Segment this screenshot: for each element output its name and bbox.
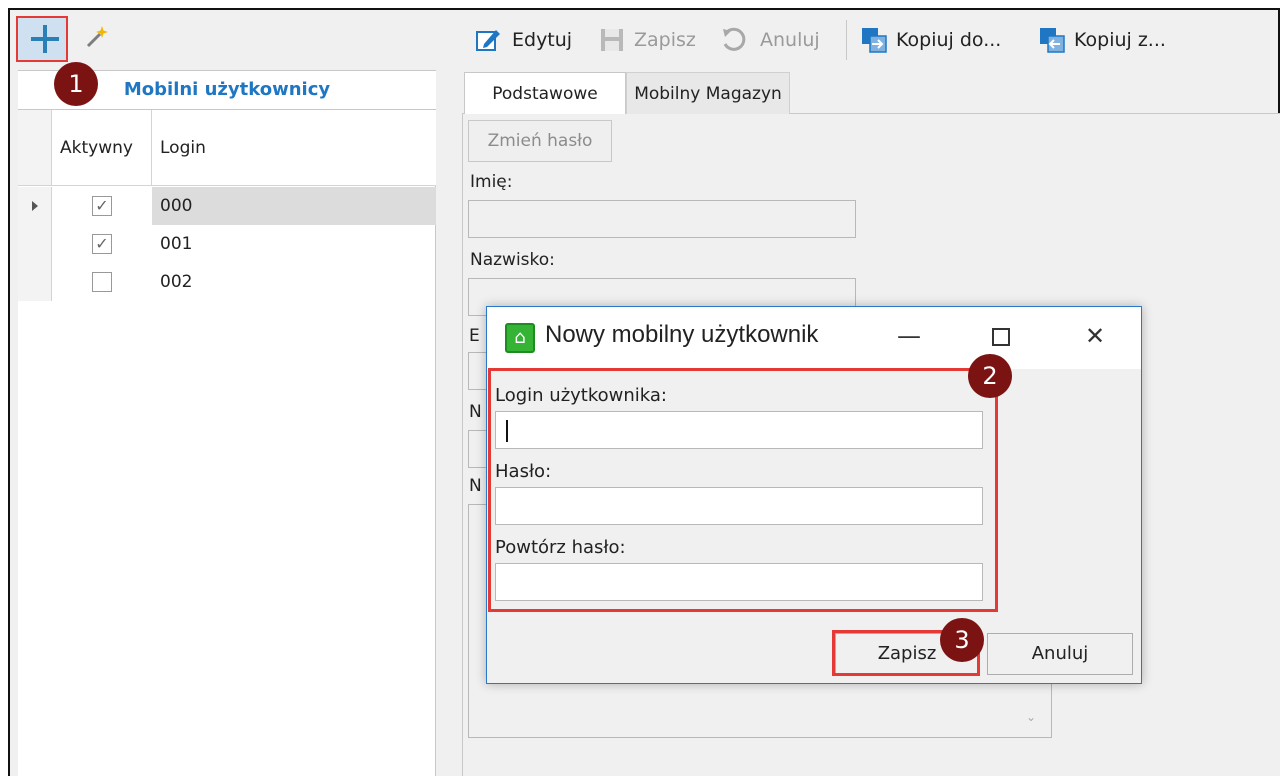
active-checkbox[interactable]: ✓ (92, 234, 112, 254)
login-cell: 000 (152, 187, 436, 225)
edit-button[interactable]: Edytuj (512, 22, 572, 58)
email-field[interactable] (468, 352, 488, 390)
left-toolbar (18, 14, 436, 66)
credentials-highlight (488, 368, 998, 612)
tab-mobile-warehouse[interactable]: Mobilny Magazyn (626, 72, 790, 114)
step-marker-2: 2 (968, 354, 1012, 398)
cancel-button[interactable]: Anuluj (760, 22, 820, 58)
column-header-login[interactable]: Login (152, 110, 436, 186)
current-row-arrow-icon (32, 201, 38, 211)
email-label: E (469, 326, 480, 346)
dialog-cancel-button[interactable]: Anuluj (987, 633, 1133, 675)
login-cell: 001 (160, 234, 193, 254)
dialog-title: Nowy mobilny użytkownik (545, 321, 819, 348)
column-header-active[interactable]: Aktywny (52, 110, 152, 186)
change-password-button[interactable]: Zmień hasło (468, 120, 612, 162)
dialog-titlebar[interactable]: ⌂ Nowy mobilny użytkownik — ✕ (487, 307, 1141, 369)
step-marker-3: 3 (940, 618, 984, 662)
active-checkbox[interactable]: ✓ (92, 196, 112, 216)
login-cell: 002 (160, 272, 193, 292)
copy-to-icon (862, 28, 887, 53)
number-field[interactable] (468, 430, 488, 468)
save-icon (601, 29, 623, 51)
table-row[interactable]: ✓ 001 (18, 225, 436, 263)
users-grid: Mobilni użytkownicy Aktywny Login ✓ 000 … (18, 70, 436, 776)
undo-icon (723, 27, 746, 51)
first-name-label: Imię: (470, 172, 513, 192)
save-button[interactable]: Zapisz (634, 22, 696, 58)
notes-label: N (469, 476, 482, 496)
number-label: N (469, 402, 482, 422)
chevron-down-icon: ⌄ (1026, 710, 1037, 724)
tab-basic[interactable]: Podstawowe (464, 72, 626, 114)
last-name-label: Nazwisko: (470, 250, 555, 270)
copy-from-icon (1040, 28, 1065, 53)
copy-to-button[interactable]: Kopiuj do... (896, 22, 1001, 58)
magic-wand-icon[interactable] (84, 24, 110, 50)
minimize-icon[interactable]: — (889, 321, 929, 351)
close-icon[interactable]: ✕ (1075, 321, 1115, 351)
toolbar-separator (846, 20, 847, 60)
first-name-field[interactable] (468, 200, 856, 238)
add-user-button[interactable] (16, 16, 68, 62)
basket-app-icon: ⌂ (505, 323, 535, 353)
step-marker-1: 1 (54, 62, 98, 106)
table-row[interactable]: 002 (18, 263, 436, 301)
edit-icon (476, 30, 500, 51)
tab-strip: Podstawowe Mobilny Magazyn (462, 72, 1280, 114)
maximize-icon[interactable] (981, 321, 1021, 351)
copy-from-button[interactable]: Kopiuj z... (1074, 22, 1166, 58)
active-checkbox[interactable] (92, 272, 112, 292)
row-header-gutter (18, 110, 52, 186)
table-row[interactable]: ✓ 000 (18, 187, 436, 225)
